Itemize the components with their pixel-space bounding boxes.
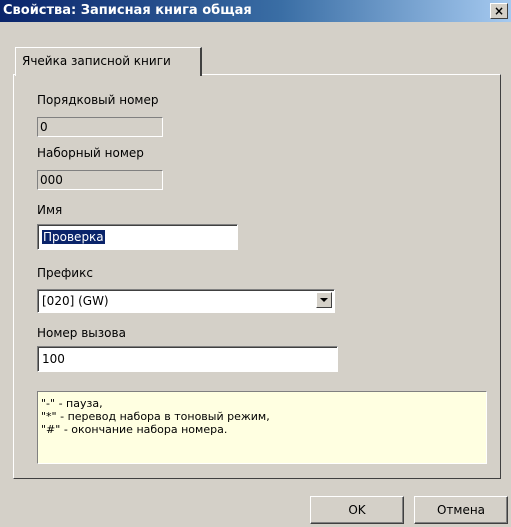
prefix-select[interactable]: [020] (GW) bbox=[37, 289, 335, 313]
dial-field: 000 bbox=[37, 170, 163, 190]
prefix-select-value: [020] (GW) bbox=[42, 294, 109, 308]
ordinal-label: Порядковый номер bbox=[37, 93, 159, 107]
ordinal-field: 0 bbox=[37, 117, 163, 137]
prefix-label: Префикс bbox=[37, 266, 93, 280]
dial-label: Наборный номер bbox=[37, 146, 144, 160]
hint-box: "-" - пауза, "*" - перевод набора в тоно… bbox=[37, 391, 487, 464]
hint-line: "#" - окончание набора номера. bbox=[41, 423, 228, 436]
dropdown-button[interactable] bbox=[316, 292, 332, 308]
hint-line: "*" - перевод набора в тоновый режим, bbox=[41, 410, 270, 423]
close-icon: × bbox=[493, 4, 505, 18]
hint-line: "-" - пауза, bbox=[41, 397, 103, 410]
close-button[interactable]: × bbox=[490, 3, 508, 19]
name-input[interactable]: Проверка bbox=[37, 224, 238, 250]
chevron-down-icon bbox=[320, 298, 328, 302]
name-label: Имя bbox=[37, 203, 63, 217]
title-bar: Свойства: Записная книга общая × bbox=[0, 0, 511, 22]
call-number-label: Номер вызова bbox=[37, 326, 126, 340]
cancel-button[interactable]: Отмена bbox=[414, 496, 508, 524]
name-input-value: Проверка bbox=[42, 230, 105, 244]
tab-notebook-cell[interactable]: Ячейка записной книги bbox=[15, 47, 202, 76]
window-title: Свойства: Записная книга общая bbox=[3, 3, 252, 18]
tab-label: Ячейка записной книги bbox=[22, 54, 171, 68]
call-number-input[interactable]: 100 bbox=[37, 346, 338, 372]
ok-button[interactable]: OK bbox=[310, 496, 404, 524]
